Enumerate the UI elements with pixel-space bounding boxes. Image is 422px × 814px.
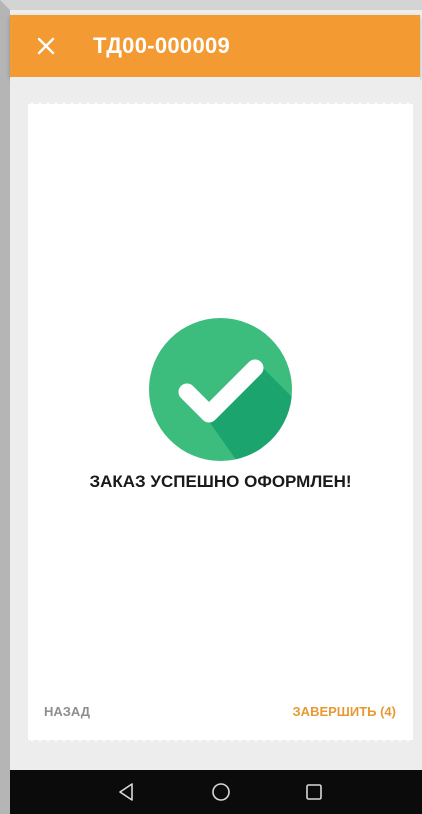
receipt-edge-top	[28, 101, 413, 107]
circle-home-icon	[212, 783, 230, 801]
close-button[interactable]	[28, 28, 64, 64]
close-icon	[37, 37, 55, 55]
finish-button[interactable]: ЗАВЕРШИТЬ (4)	[293, 704, 396, 719]
nav-back-button[interactable]	[116, 781, 138, 803]
app-bar: ТД00-000009	[10, 15, 420, 77]
order-receipt-card: ЗАКАЗ УСПЕШНО ОФОРМЛЕН! НАЗАД ЗАВЕРШИТЬ …	[28, 101, 413, 743]
page-title: ТД00-000009	[93, 33, 231, 58]
nav-recents-button[interactable]	[303, 781, 325, 803]
system-navigation-bar	[10, 770, 422, 814]
success-message: ЗАКАЗ УСПЕШНО ОФОРМЛЕН!	[89, 472, 352, 491]
nav-home-button[interactable]	[210, 781, 232, 803]
square-recents-icon	[306, 784, 322, 800]
back-button[interactable]: НАЗАД	[44, 704, 90, 719]
checkmark-circle-icon	[149, 318, 292, 461]
receipt-edge-bottom	[28, 737, 413, 743]
triangle-back-icon	[119, 783, 133, 801]
